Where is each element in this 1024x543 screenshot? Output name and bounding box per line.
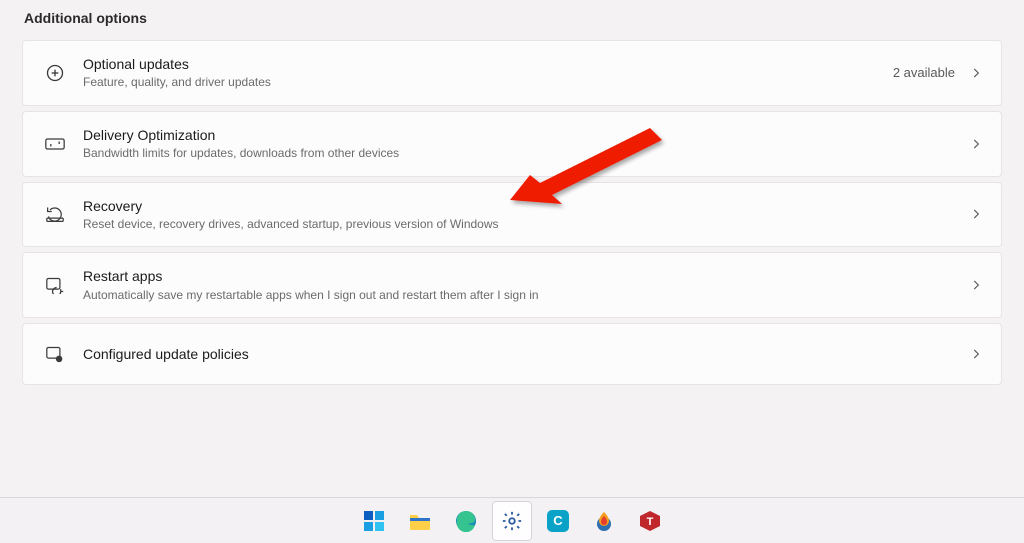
option-configured-update-policies[interactable]: i Configured update policies <box>22 323 1002 385</box>
chevron-right-icon <box>969 207 983 221</box>
restart-apps-icon <box>41 276 69 294</box>
option-recovery[interactable]: Recovery Reset device, recovery drives, … <box>22 182 1002 248</box>
taskbar-settings-button[interactable] <box>492 501 532 541</box>
option-restart-apps[interactable]: Restart apps Automatically save my resta… <box>22 252 1002 318</box>
plus-circle-icon <box>41 63 69 83</box>
option-desc: Automatically save my restartable apps w… <box>83 288 969 304</box>
recovery-icon <box>41 205 69 223</box>
edge-icon <box>454 509 478 533</box>
option-desc: Bandwidth limits for updates, downloads … <box>83 146 969 162</box>
taskbar-explorer-button[interactable] <box>400 501 440 541</box>
section-heading: Additional options <box>24 10 1002 26</box>
taskbar-edge-button[interactable] <box>446 501 486 541</box>
option-optional-updates[interactable]: Optional updates Feature, quality, and d… <box>22 40 1002 106</box>
gear-icon <box>500 509 524 533</box>
option-delivery-optimization[interactable]: Delivery Optimization Bandwidth limits f… <box>22 111 1002 177</box>
windows-start-icon <box>362 509 386 533</box>
flame-icon <box>592 509 616 533</box>
taskbar-app-c-button[interactable]: C <box>538 501 578 541</box>
update-policies-icon: i <box>41 345 69 363</box>
taskbar-app-t-button[interactable]: T <box>630 501 670 541</box>
folder-icon <box>408 509 432 533</box>
option-title: Recovery <box>83 197 969 215</box>
option-title: Delivery Optimization <box>83 126 969 144</box>
option-badge: 2 available <box>893 65 955 80</box>
chevron-right-icon <box>969 347 983 361</box>
options-list: Optional updates Feature, quality, and d… <box>22 40 1002 385</box>
option-title: Configured update policies <box>83 345 969 363</box>
app-c-icon: C <box>546 509 570 533</box>
chevron-right-icon <box>969 66 983 80</box>
delivery-icon <box>41 136 69 152</box>
option-desc: Feature, quality, and driver updates <box>83 75 893 91</box>
chevron-right-icon <box>969 278 983 292</box>
taskbar: C T <box>0 497 1024 543</box>
option-title: Optional updates <box>83 55 893 73</box>
taskbar-start-button[interactable] <box>354 501 394 541</box>
taskbar-app-flame-button[interactable] <box>584 501 624 541</box>
svg-text:T: T <box>647 516 654 528</box>
app-t-icon: T <box>638 509 662 533</box>
svg-text:i: i <box>59 357 60 363</box>
option-desc: Reset device, recovery drives, advanced … <box>83 217 969 233</box>
option-title: Restart apps <box>83 267 969 285</box>
chevron-right-icon <box>969 137 983 151</box>
